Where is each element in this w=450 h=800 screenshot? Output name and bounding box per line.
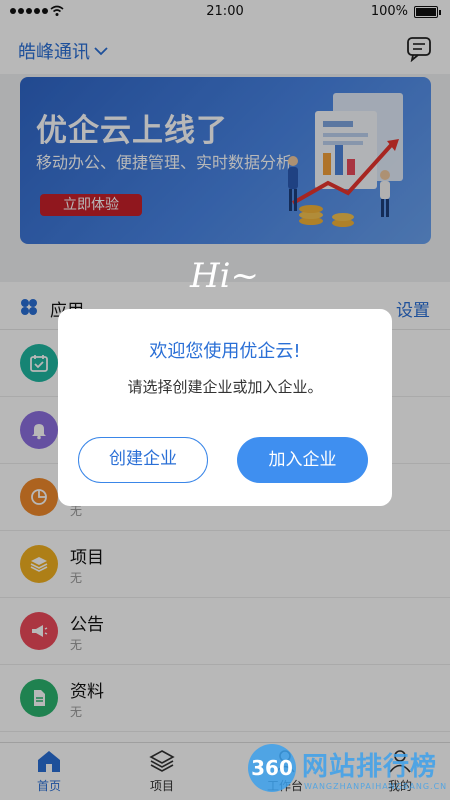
welcome-dialog: 欢迎您使用优企云! 请选择创建企业或加入企业。 创建企业 加入企业 <box>58 309 392 506</box>
dialog-message: 请选择创建企业或加入企业。 <box>127 378 323 396</box>
watermark-text: 网站排行榜 <box>302 752 438 782</box>
watermark-badge: 360 <box>248 744 296 792</box>
create-company-button[interactable]: 创建企业 <box>78 437 208 483</box>
watermark-url: WANGZHANPAIHANGBANG.CN <box>304 782 448 791</box>
dialog-title: 欢迎您使用优企云! <box>149 341 301 362</box>
watermark-logo: 360 网站排行榜 WANGZHANPAIHANGBANG.CN <box>240 740 450 800</box>
join-company-button[interactable]: 加入企业 <box>237 437 368 483</box>
greeting-text: Hi~ <box>190 256 260 296</box>
